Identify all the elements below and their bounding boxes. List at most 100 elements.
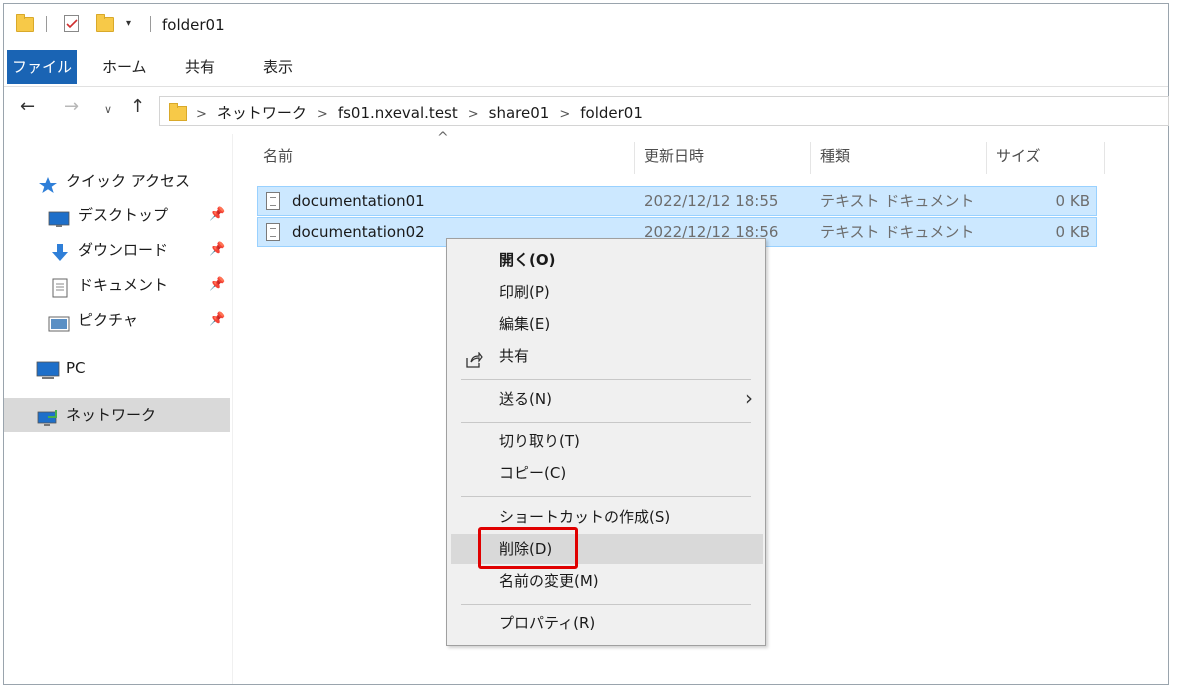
desktop-icon (48, 206, 70, 227)
recent-locations-icon[interactable]: ∨ (104, 103, 112, 116)
sidebar-label: ドキュメント (78, 276, 169, 294)
breadcrumb-network[interactable]: ネットワーク (217, 104, 307, 122)
menu-separator (461, 422, 751, 423)
menu-label: プロパティ(R) (499, 614, 596, 632)
up-arrow-icon[interactable]: ↑ (130, 96, 145, 117)
share-icon (465, 348, 483, 378)
column-divider[interactable] (810, 142, 811, 174)
breadcrumb-server[interactable]: fs01.nxeval.test (338, 104, 458, 122)
tab-file[interactable]: ファイル (7, 50, 77, 84)
folder-icon (169, 103, 187, 121)
sidebar-label: ダウンロード (78, 241, 169, 259)
sidebar-label: クイック アクセス (66, 172, 191, 190)
file-name: documentation01 (292, 192, 425, 210)
chevron-right-icon[interactable]: > (196, 107, 207, 122)
menu-label: 名前の変更(M) (499, 572, 599, 590)
tab-share[interactable]: 共有 (185, 50, 215, 84)
chevron-right-icon: › (745, 386, 753, 410)
sidebar-item-quick-access[interactable]: クイック アクセス (4, 164, 230, 198)
menu-label: 開く(O) (499, 251, 556, 269)
customize-toolbar-icon[interactable]: ▾ (126, 18, 131, 29)
pin-icon[interactable]: 📌 (209, 268, 225, 302)
text-document-icon (266, 223, 280, 241)
new-folder-icon[interactable] (96, 14, 114, 32)
chevron-right-icon[interactable]: > (468, 107, 479, 122)
sidebar-item-downloads[interactable]: ダウンロード 📌 (4, 233, 230, 267)
menu-item-share[interactable]: 共有 (451, 341, 763, 371)
delete-highlight-box (478, 527, 578, 569)
back-arrow-icon[interactable]: ← (20, 96, 35, 117)
ribbon: ファイル ホーム 共有 表示 (4, 50, 1168, 87)
pin-icon[interactable]: 📌 (209, 233, 225, 267)
star-icon (38, 172, 58, 193)
text-document-icon (266, 192, 280, 210)
menu-label: 印刷(P) (499, 283, 550, 301)
sidebar-label: PC (66, 359, 86, 377)
sidebar-label: ピクチャ (78, 311, 138, 329)
sidebar-item-pictures[interactable]: ピクチャ 📌 (4, 303, 230, 337)
menu-label: コピー(C) (499, 464, 567, 482)
file-name: documentation02 (292, 223, 425, 241)
navigation-pane: クイック アクセス デスクトップ 📌 ダウンロード 📌 ドキュメント 📌 ピクチ… (4, 134, 233, 684)
pin-icon[interactable]: 📌 (209, 303, 225, 337)
menu-item-cut[interactable]: 切り取り(T) (451, 426, 763, 456)
chevron-right-icon[interactable]: > (559, 107, 570, 122)
menu-separator (461, 496, 751, 497)
pictures-icon (48, 311, 70, 332)
chevron-right-icon[interactable]: > (317, 107, 328, 122)
column-header-date[interactable]: 更新日時 (644, 138, 704, 174)
sidebar-label: デスクトップ (78, 206, 169, 224)
menu-item-rename[interactable]: 名前の変更(M) (451, 566, 763, 596)
column-header-name[interactable]: 名前 (263, 138, 293, 174)
context-menu: 開く(O) 印刷(P) 編集(E) 共有 送る(N) › 切り取り(T) コピー… (446, 238, 766, 646)
window-title: folder01 (162, 16, 225, 34)
column-divider[interactable] (634, 142, 635, 174)
menu-item-open[interactable]: 開く(O) (451, 245, 763, 275)
documents-icon (52, 276, 72, 298)
column-divider[interactable] (986, 142, 987, 174)
divider (46, 16, 47, 32)
sidebar-label: ネットワーク (66, 406, 157, 424)
sidebar-item-desktop[interactable]: デスクトップ 📌 (4, 198, 230, 232)
folder-icon (16, 14, 34, 32)
sidebar-item-documents[interactable]: ドキュメント 📌 (4, 268, 230, 302)
file-size: 0 KB (1055, 192, 1090, 210)
menu-item-properties[interactable]: プロパティ(R) (451, 608, 763, 638)
breadcrumb: > ネットワーク > fs01.nxeval.test > share01 > folder0… (196, 102, 643, 123)
column-header-type[interactable]: 種類 (820, 138, 850, 174)
menu-label: 編集(E) (499, 315, 551, 333)
menu-separator (461, 604, 751, 605)
pin-icon[interactable]: 📌 (209, 198, 225, 232)
properties-quick-icon[interactable] (64, 15, 79, 32)
menu-item-send-to[interactable]: 送る(N) › (451, 384, 763, 414)
breadcrumb-share[interactable]: share01 (489, 104, 550, 122)
tab-home[interactable]: ホーム (102, 50, 147, 84)
menu-label: 送る(N) (499, 390, 552, 408)
menu-item-edit[interactable]: 編集(E) (451, 309, 763, 339)
network-icon (36, 406, 57, 426)
sidebar-item-network[interactable]: ネットワーク (4, 398, 230, 432)
file-date: 2022/12/12 18:55 (644, 192, 779, 210)
menu-item-copy[interactable]: コピー(C) (451, 458, 763, 488)
navigation-bar: ← → ∨ ↑ > ネットワーク > fs01.nxeval.test > share01… (4, 90, 1169, 130)
sort-ascending-icon: ^ (437, 130, 449, 146)
sidebar-item-pc[interactable]: PC (4, 351, 230, 385)
column-header-size[interactable]: サイズ (996, 138, 1041, 174)
download-icon (50, 241, 70, 261)
file-type: テキスト ドキュメント (820, 223, 975, 241)
menu-label: 切り取り(T) (499, 432, 580, 450)
address-bar[interactable]: > ネットワーク > fs01.nxeval.test > share01 > folder0… (159, 96, 1169, 126)
pc-icon (36, 359, 60, 379)
file-size: 0 KB (1055, 223, 1090, 241)
forward-arrow-icon[interactable]: → (64, 96, 79, 117)
file-type: テキスト ドキュメント (820, 192, 975, 210)
title-bar: ▾ folder01 (4, 4, 1168, 48)
divider (150, 16, 151, 32)
menu-item-print[interactable]: 印刷(P) (451, 277, 763, 307)
menu-separator (461, 379, 751, 380)
file-row[interactable]: documentation01 2022/12/12 18:55 テキスト ドキ… (257, 186, 1097, 216)
menu-label: 共有 (499, 347, 530, 365)
column-divider[interactable] (1104, 142, 1105, 174)
breadcrumb-folder[interactable]: folder01 (580, 104, 643, 122)
tab-view[interactable]: 表示 (263, 50, 293, 84)
